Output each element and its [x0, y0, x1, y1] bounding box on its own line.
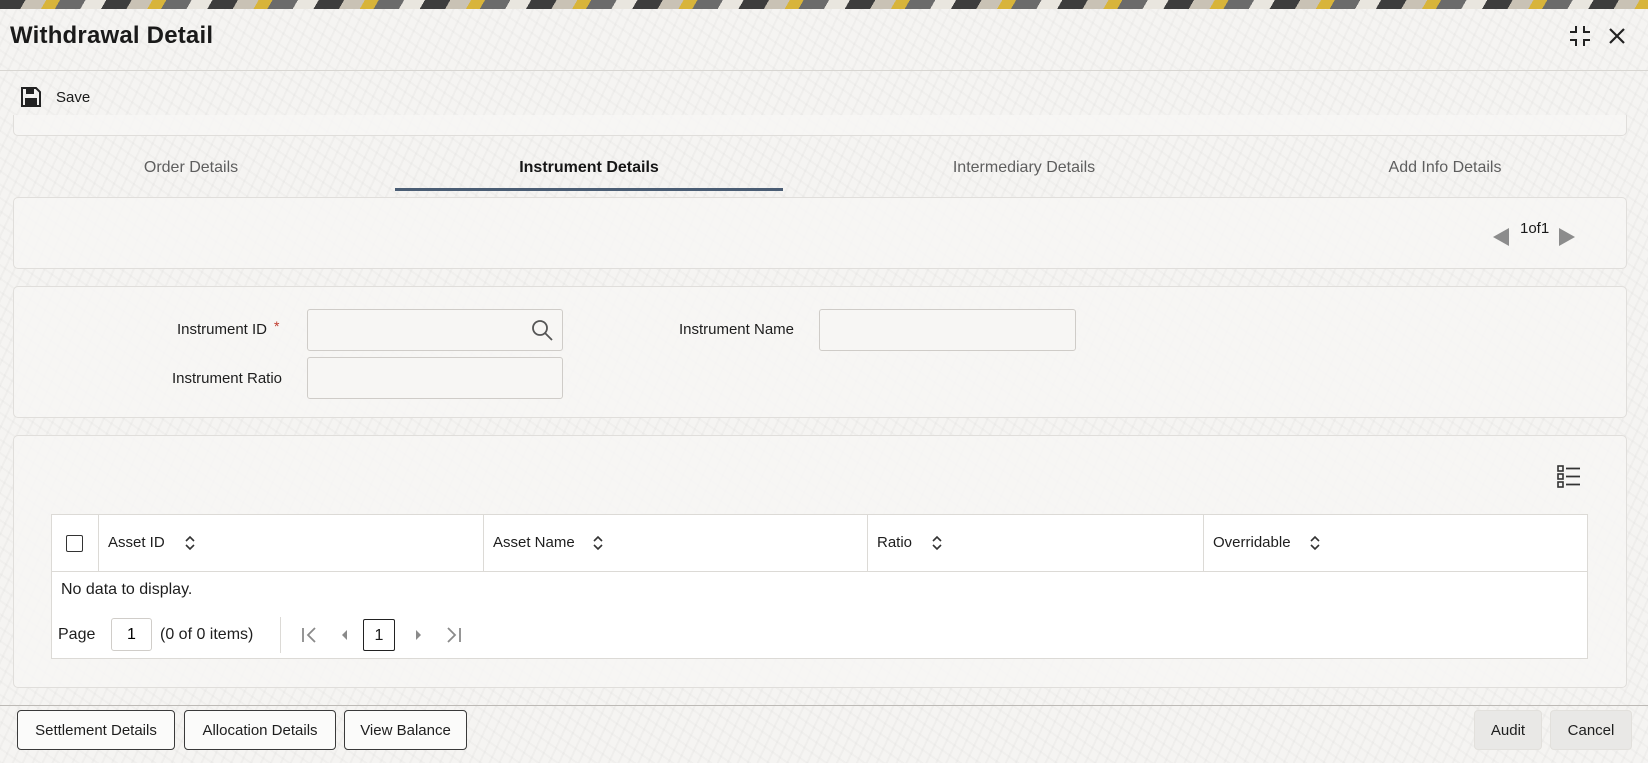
column-header-asset-id[interactable]: Asset ID [98, 515, 483, 571]
column-header-overridable[interactable]: Overridable [1203, 515, 1587, 571]
page-number-input[interactable] [111, 618, 152, 651]
column-header-ratio[interactable]: Ratio [867, 515, 1203, 571]
page-title: Withdrawal Detail [10, 22, 214, 49]
asset-table: Asset ID Asset Name Ratio Overridable No… [51, 514, 1588, 659]
previous-page-icon[interactable] [332, 621, 358, 649]
column-header-asset-name[interactable]: Asset Name [483, 515, 867, 571]
last-page-icon[interactable] [441, 621, 467, 649]
page-label: Page [58, 626, 96, 643]
toolbar-panel [13, 115, 1627, 136]
instrument-id-input[interactable] [307, 309, 563, 351]
instrument-ratio-label: Instrument Ratio [171, 370, 282, 387]
select-all-checkbox[interactable] [66, 535, 83, 552]
floppy-disk-icon [21, 87, 41, 107]
audit-button[interactable]: Audit [1474, 710, 1542, 750]
title-divider [0, 70, 1648, 71]
cancel-button[interactable]: Cancel [1550, 710, 1632, 750]
tab-instrument-details[interactable]: Instrument Details [395, 152, 783, 191]
view-balance-button[interactable]: View Balance [344, 710, 467, 750]
maximize-icon[interactable] [1566, 22, 1594, 50]
record-navigation-panel [13, 197, 1627, 269]
tab-add-info-details[interactable]: Add Info Details [1360, 152, 1530, 188]
empty-table-message: No data to display. [61, 581, 193, 598]
search-icon[interactable] [530, 318, 554, 342]
current-page-button[interactable]: 1 [363, 619, 395, 651]
column-header-label: Asset ID [108, 534, 165, 551]
decorative-header-strip [0, 0, 1648, 9]
table-header: Asset ID Asset Name Ratio Overridable [52, 515, 1587, 572]
instrument-id-label: Instrument ID [176, 321, 267, 338]
sort-icon[interactable] [591, 533, 605, 553]
sort-icon[interactable] [1308, 533, 1322, 553]
items-count: (0 of 0 items) [160, 626, 254, 643]
instrument-form-panel [13, 286, 1627, 418]
close-icon[interactable] [1603, 22, 1631, 50]
record-counter: 1of1 [1520, 220, 1550, 237]
instrument-ratio-input[interactable] [307, 357, 563, 399]
column-header-label: Asset Name [493, 534, 575, 551]
tab-intermediary-details[interactable]: Intermediary Details [915, 152, 1133, 188]
footer-divider [0, 705, 1648, 706]
save-button[interactable]: Save [20, 84, 90, 110]
sort-icon[interactable] [930, 533, 944, 553]
instrument-name-label: Instrument Name [678, 321, 794, 338]
settlement-details-button[interactable]: Settlement Details [17, 710, 175, 750]
first-page-icon[interactable] [296, 621, 322, 649]
next-record-icon[interactable] [1556, 226, 1578, 248]
tab-order-details[interactable]: Order Details [100, 152, 282, 188]
sort-icon[interactable] [183, 533, 197, 553]
next-page-icon[interactable] [405, 621, 431, 649]
save-label: Save [56, 88, 91, 106]
required-marker: * [274, 318, 280, 334]
instrument-name-input[interactable] [819, 309, 1076, 351]
column-header-label: Ratio [877, 534, 913, 551]
previous-record-icon[interactable] [1490, 226, 1512, 248]
column-list-icon[interactable] [1557, 464, 1581, 488]
allocation-details-button[interactable]: Allocation Details [184, 710, 336, 750]
pagination-divider [280, 617, 281, 653]
column-header-label: Overridable [1213, 534, 1291, 551]
